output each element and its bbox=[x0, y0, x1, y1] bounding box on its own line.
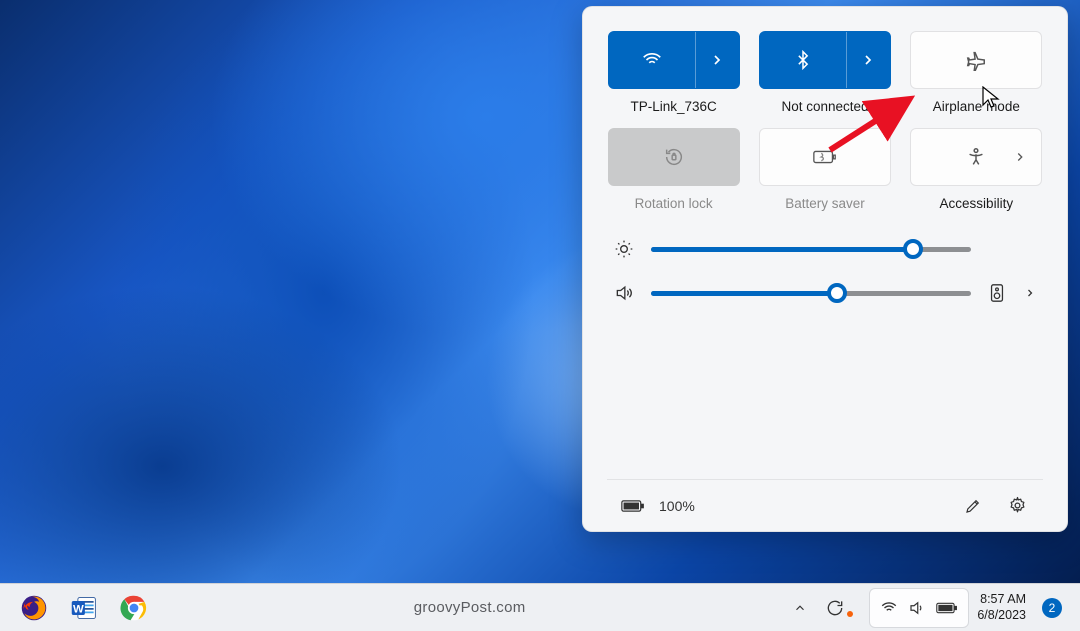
bluetooth-tile-group: Not connected bbox=[758, 31, 891, 114]
brightness-slider[interactable] bbox=[651, 239, 971, 259]
rotation-lock-tile bbox=[608, 128, 740, 186]
word-app[interactable]: W bbox=[64, 588, 104, 628]
notifications-button[interactable]: 2 bbox=[1034, 588, 1070, 628]
accessibility-tile-group: Accessibility bbox=[910, 128, 1043, 211]
pencil-icon bbox=[964, 497, 982, 515]
bluetooth-expand-button[interactable] bbox=[846, 32, 890, 88]
bluetooth-icon bbox=[793, 50, 813, 70]
system-tray: 8:57 AM 6/8/2023 2 bbox=[785, 588, 1080, 628]
airplane-label: Airplane mode bbox=[933, 99, 1020, 114]
accessibility-expand[interactable] bbox=[1013, 150, 1027, 164]
battery-status[interactable] bbox=[615, 488, 651, 524]
volume-slider[interactable] bbox=[651, 283, 971, 303]
brightness-row bbox=[613, 239, 1037, 259]
notification-badge: 2 bbox=[1042, 598, 1062, 618]
volume-row bbox=[613, 283, 1037, 303]
chrome-app[interactable] bbox=[114, 588, 154, 628]
airplane-tile-group: Airplane mode bbox=[910, 31, 1043, 114]
airplane-icon bbox=[965, 49, 987, 71]
edit-quick-settings-button[interactable] bbox=[955, 488, 991, 524]
audio-output-button[interactable] bbox=[987, 283, 1007, 303]
accessibility-label: Accessibility bbox=[940, 196, 1014, 211]
wifi-toggle[interactable] bbox=[609, 32, 695, 88]
battery-percent: 100% bbox=[659, 498, 695, 514]
chevron-right-icon bbox=[709, 52, 725, 68]
battery-saver-icon bbox=[812, 147, 838, 167]
brightness-icon bbox=[613, 239, 635, 259]
battery-icon bbox=[621, 498, 645, 514]
svg-text:W: W bbox=[73, 603, 84, 615]
chevron-right-icon bbox=[1024, 287, 1036, 299]
tray-overflow-button[interactable] bbox=[785, 588, 815, 628]
chevron-right-icon bbox=[1013, 150, 1027, 164]
wifi-label: TP-Link_736C bbox=[631, 99, 717, 114]
taskbar: W groovyPost.com 8:57 AM 6/8/2023 2 bbox=[0, 583, 1080, 631]
firefox-icon bbox=[20, 594, 48, 622]
audio-expand-button[interactable] bbox=[1023, 287, 1037, 299]
bluetooth-tile[interactable] bbox=[759, 31, 891, 89]
taskbar-clock[interactable]: 8:57 AM 6/8/2023 bbox=[971, 592, 1032, 623]
settings-button[interactable] bbox=[999, 488, 1035, 524]
wifi-icon bbox=[641, 49, 663, 71]
chevron-right-icon bbox=[860, 52, 876, 68]
firefox-app[interactable] bbox=[14, 588, 54, 628]
sliders-section bbox=[607, 239, 1043, 303]
windows-update-tray[interactable] bbox=[817, 588, 867, 628]
clock-date: 6/8/2023 bbox=[977, 608, 1026, 624]
watermark-text: groovyPost.com bbox=[154, 599, 785, 616]
chrome-icon bbox=[120, 594, 148, 622]
accessibility-icon bbox=[965, 146, 987, 168]
accessibility-tile[interactable] bbox=[910, 128, 1042, 186]
chevron-up-icon bbox=[793, 601, 807, 615]
airplane-mode-tile[interactable] bbox=[910, 31, 1042, 89]
wifi-icon bbox=[880, 599, 898, 617]
rotation-lock-icon bbox=[663, 146, 685, 168]
battery-saver-tile-group: Battery saver bbox=[758, 128, 891, 211]
clock-time: 8:57 AM bbox=[977, 592, 1026, 608]
update-icon bbox=[825, 598, 845, 618]
bluetooth-toggle[interactable] bbox=[760, 32, 846, 88]
wifi-tile[interactable] bbox=[608, 31, 740, 89]
brightness-thumb[interactable] bbox=[903, 239, 923, 259]
quick-settings-panel: TP-Link_736C Not connected Airplane mode bbox=[582, 6, 1068, 532]
rotation-label: Rotation lock bbox=[635, 196, 713, 211]
speaker-device-icon bbox=[989, 283, 1005, 303]
volume-icon bbox=[613, 283, 635, 303]
gear-icon bbox=[1008, 496, 1027, 515]
volume-thumb[interactable] bbox=[827, 283, 847, 303]
quick-settings-tiles: TP-Link_736C Not connected Airplane mode bbox=[607, 31, 1043, 211]
battery-saver-label: Battery saver bbox=[785, 196, 865, 211]
wifi-expand-button[interactable] bbox=[695, 32, 739, 88]
panel-footer: 100% bbox=[607, 479, 1043, 531]
battery-saver-tile[interactable] bbox=[759, 128, 891, 186]
bluetooth-label: Not connected bbox=[781, 99, 868, 114]
volume-icon bbox=[908, 599, 926, 617]
wifi-tile-group: TP-Link_736C bbox=[607, 31, 740, 114]
taskbar-pinned-apps: W bbox=[0, 588, 154, 628]
rotation-tile-group: Rotation lock bbox=[607, 128, 740, 211]
word-icon: W bbox=[70, 594, 98, 622]
battery-icon bbox=[936, 601, 958, 615]
network-volume-battery-button[interactable] bbox=[869, 588, 969, 628]
